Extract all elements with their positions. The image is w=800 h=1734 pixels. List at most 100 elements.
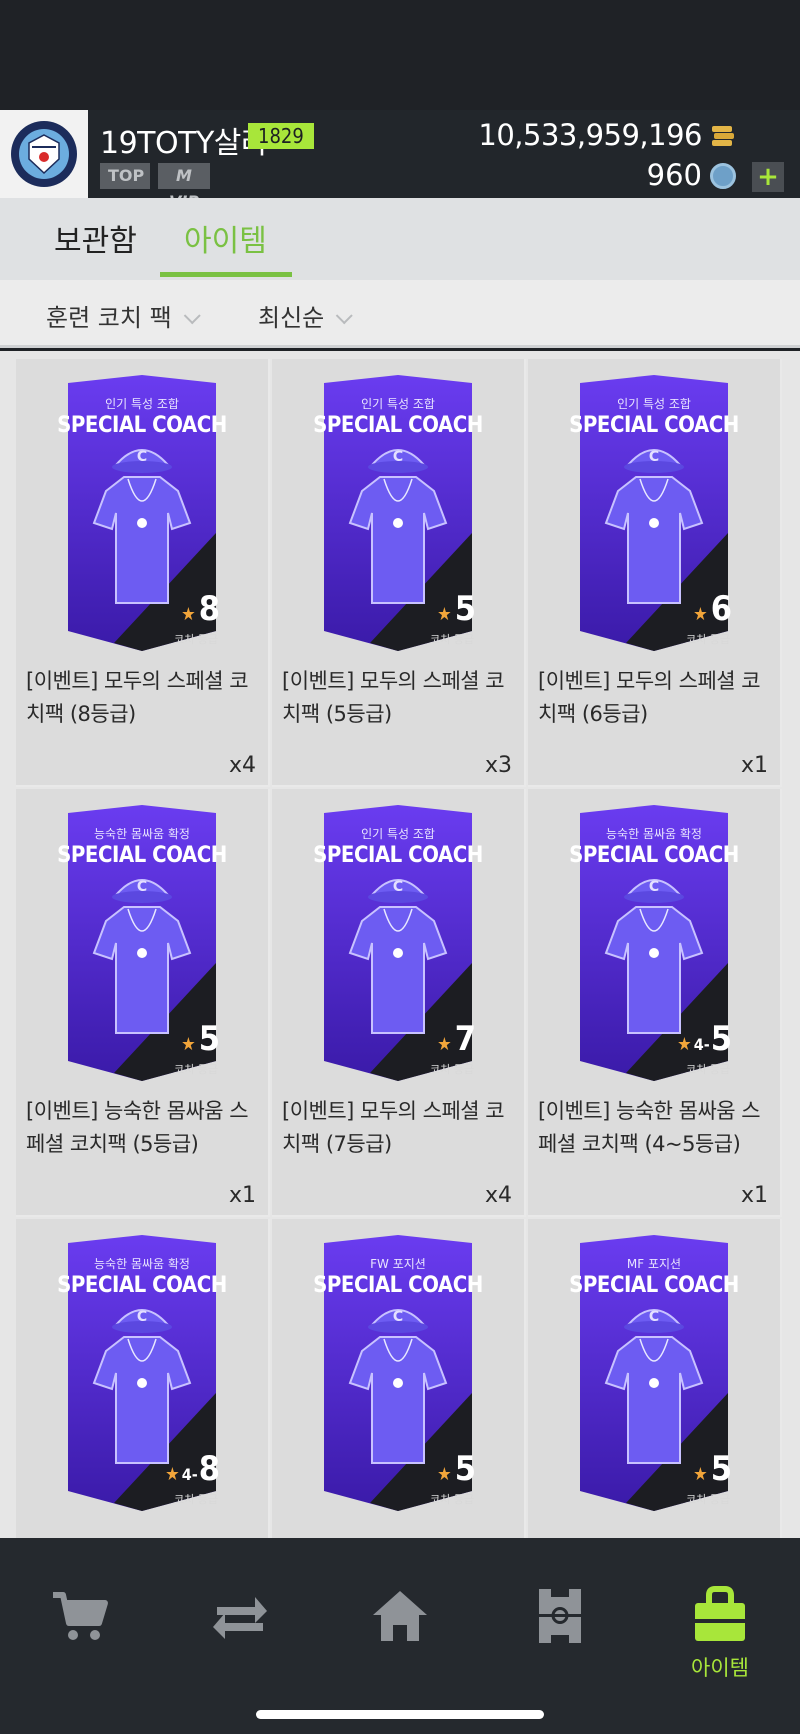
pack-subtitle: FW 포지션	[370, 1257, 426, 1271]
grade-label: 코치 등급	[686, 1063, 730, 1076]
star-icon: ★	[181, 1034, 196, 1055]
grade-label: 코치 등급	[686, 633, 730, 646]
svg-text:C: C	[137, 879, 147, 895]
pack-title: SPECIAL COACH	[569, 413, 739, 438]
bottom-nav: 아이템	[0, 1538, 800, 1734]
grade-label: 코치 등급	[430, 1063, 474, 1076]
chevron-down-icon	[183, 307, 201, 325]
coach-pack-image: C 능숙한 몸싸움 확정 SPECIAL COACH ★ 4-5 코치 등급	[566, 803, 742, 1083]
coach-pack-image: C 능숙한 몸싸움 확정 SPECIAL COACH ★ 4-8 코치 등급	[54, 1233, 230, 1513]
club-crest-icon[interactable]	[0, 110, 88, 198]
item-bag-icon[interactable]	[680, 1576, 760, 1656]
add-currency-button[interactable]: +	[752, 162, 784, 192]
pack-grade: ★6	[693, 589, 732, 629]
nav-items-label: 아이템	[691, 1656, 749, 1680]
item-card[interactable]: C MF 포지션 SPECIAL COACH ★5 코치 등급	[528, 1219, 782, 1538]
home-icon[interactable]	[360, 1576, 440, 1656]
pack-title: SPECIAL COACH	[313, 1273, 483, 1298]
item-card[interactable]: C 인기 특성 조합 SPECIAL COACH ★5 코치 등급 [이벤트] 모두의 스…	[272, 359, 526, 787]
chevron-down-icon	[336, 307, 353, 325]
coach-pack-image: C FW 포지션 SPECIAL COACH ★5 코치 등급	[310, 1233, 486, 1513]
sort-label: 최신순	[258, 304, 325, 332]
item-card[interactable]: C 능숙한 몸싸움 확정 SPECIAL COACH ★5 코치 등급 [이벤트] 능숙한…	[16, 789, 270, 1217]
pack-grade: ★5	[693, 1449, 732, 1489]
star-icon: ★	[677, 1034, 692, 1055]
top-tag: TOP	[100, 163, 150, 189]
item-card[interactable]: C FW 포지션 SPECIAL COACH ★5 코치 등급	[272, 1219, 526, 1538]
pack-subtitle: 능숙한 몸싸움 확정	[606, 827, 702, 841]
level-badge: 1829	[248, 123, 314, 149]
star-icon: ★	[165, 1464, 180, 1485]
svg-text:C: C	[137, 449, 147, 465]
gem-balance: 960	[646, 158, 702, 192]
pack-grade: ★ 4-8	[165, 1449, 220, 1489]
grade-value: 5	[710, 1019, 732, 1059]
pack-subtitle: 능숙한 몸싸움 확정	[94, 1257, 190, 1271]
coin-stack-icon	[710, 124, 736, 148]
star-icon: ★	[693, 604, 708, 625]
svg-text:C: C	[393, 879, 403, 895]
item-type-label: 훈련 코치 팩	[46, 304, 172, 332]
coach-pack-image: C 인기 특성 조합 SPECIAL COACH ★8 코치 등급	[54, 373, 230, 653]
grade-label: 코치 등급	[174, 633, 218, 646]
grade-value: 5	[198, 1019, 220, 1059]
grade-label: 코치 등급	[430, 1493, 474, 1506]
status-bar	[0, 0, 800, 110]
pack-subtitle: 인기 특성 조합	[617, 397, 691, 411]
grade-label: 코치 등급	[686, 1493, 730, 1506]
svg-text:C: C	[393, 449, 403, 465]
pack-grade: ★5	[437, 589, 476, 629]
item-name: [이벤트] 능숙한 몸싸움 스페셜 코치팩 (4~5등급)	[538, 1099, 761, 1156]
item-card[interactable]: C 인기 특성 조합 SPECIAL COACH ★7 코치 등급 [이벤트] 모두의 스…	[272, 789, 526, 1217]
gem-coin-icon	[710, 163, 736, 189]
pack-title: SPECIAL COACH	[57, 1273, 227, 1298]
pack-title: SPECIAL COACH	[57, 843, 227, 868]
transfer-arrows-icon[interactable]	[200, 1576, 280, 1656]
star-icon: ★	[437, 604, 452, 625]
coach-pack-image: C 능숙한 몸싸움 확정 SPECIAL COACH ★5 코치 등급	[54, 803, 230, 1083]
svg-text:C: C	[393, 1309, 403, 1325]
pack-title: SPECIAL COACH	[569, 1273, 739, 1298]
nickname: 19TOTY살라	[100, 126, 268, 161]
item-card[interactable]: C 능숙한 몸싸움 확정 SPECIAL COACH ★ 4-5 코치 등급 [이벤트] 능…	[528, 789, 782, 1217]
grade-value: 7	[454, 1019, 476, 1059]
svg-text:C: C	[137, 1309, 147, 1325]
coach-pack-image: C 인기 특성 조합 SPECIAL COACH ★6 코치 등급	[566, 373, 742, 653]
pack-title: SPECIAL COACH	[569, 843, 739, 868]
star-icon: ★	[437, 1464, 452, 1485]
profile-header: 19TOTY살라 1829 TOP M VIP 10,533,959,196 9…	[0, 110, 800, 211]
item-quantity: x1	[740, 1183, 768, 1208]
star-icon: ★	[693, 1464, 708, 1485]
grade-label: 코치 등급	[174, 1493, 218, 1506]
item-quantity: x4	[228, 753, 256, 778]
item-quantity: x1	[740, 753, 768, 778]
shop-cart-icon[interactable]	[40, 1576, 120, 1656]
pack-subtitle: 인기 특성 조합	[361, 397, 435, 411]
grade-value: 5	[454, 589, 476, 629]
star-icon: ★	[181, 604, 196, 625]
pack-title: SPECIAL COACH	[57, 413, 227, 438]
vip-tag: M VIP	[158, 163, 210, 211]
item-type-dropdown[interactable]: 훈련 코치 팩	[46, 298, 201, 333]
tab-items[interactable]: 아이템	[184, 216, 267, 260]
pack-grade: ★7	[437, 1019, 476, 1059]
item-card[interactable]: C 인기 특성 조합 SPECIAL COACH ★6 코치 등급 [이벤트] 모두의 스…	[528, 359, 782, 787]
item-card[interactable]: C 인기 특성 조합 SPECIAL COACH ★8 코치 등급 [이벤트] 모두의 스…	[16, 359, 270, 787]
item-card[interactable]: C 능숙한 몸싸움 확정 SPECIAL COACH ★ 4-8 코치 등급	[16, 1219, 270, 1538]
svg-text:C: C	[649, 879, 659, 895]
item-quantity: x4	[484, 1183, 512, 1208]
grade-value: 8	[198, 1449, 220, 1489]
svg-text:C: C	[649, 1309, 659, 1325]
item-name: [이벤트] 모두의 스페셜 코치팩 (5등급)	[282, 669, 505, 726]
item-name: [이벤트] 모두의 스페셜 코치팩 (7등급)	[282, 1099, 505, 1156]
item-name: [이벤트] 능숙한 몸싸움 스페셜 코치팩 (5등급)	[26, 1099, 249, 1156]
sort-dropdown[interactable]: 최신순	[258, 298, 353, 333]
pack-subtitle: 능숙한 몸싸움 확정	[94, 827, 190, 841]
star-icon: ★	[437, 1034, 452, 1055]
item-name: [이벤트] 모두의 스페셜 코치팩 (8등급)	[26, 669, 249, 726]
pack-title: SPECIAL COACH	[313, 413, 483, 438]
tab-storage[interactable]: 보관함	[54, 216, 137, 260]
item-quantity: x3	[484, 753, 512, 778]
coach-pack-image: C MF 포지션 SPECIAL COACH ★5 코치 등급	[566, 1233, 742, 1513]
squad-pitch-icon[interactable]	[520, 1576, 600, 1656]
